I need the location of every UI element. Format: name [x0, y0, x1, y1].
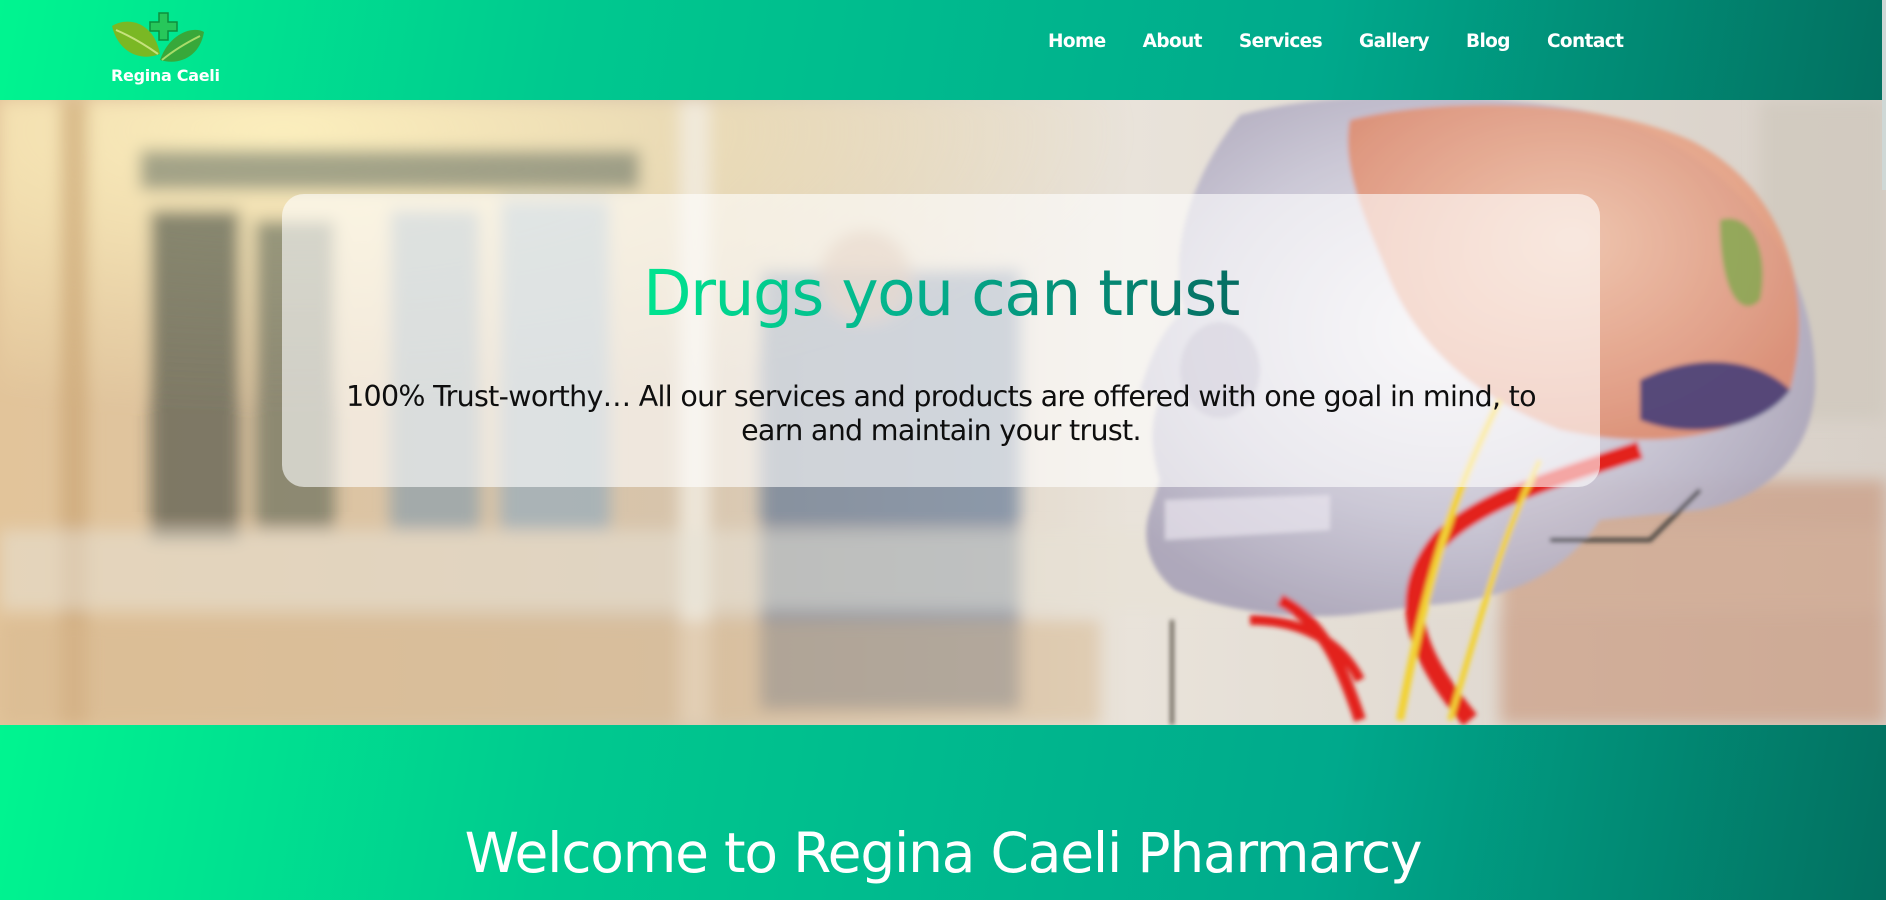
hero-section: Drugs you can trust 100% Trust-worthy… A…	[0, 100, 1886, 725]
nav-link-home[interactable]: Home	[1048, 31, 1106, 52]
hero-title: Drugs you can trust	[282, 254, 1600, 334]
page-scrollbar[interactable]	[1882, 0, 1886, 190]
hero-title-text: Drugs you can trust	[643, 257, 1240, 330]
nav-link-gallery[interactable]: Gallery	[1359, 31, 1429, 52]
brand-name: Regina Caeli	[111, 66, 220, 85]
site-header: Regina Caeli Home About Services Gallery…	[0, 0, 1886, 100]
nav-link-blog[interactable]: Blog	[1466, 31, 1511, 52]
nav-link-about[interactable]: About	[1143, 31, 1203, 52]
leaf-cross-icon	[112, 12, 204, 62]
welcome-title: Welcome to Regina Caeli Pharmarcy	[464, 821, 1423, 885]
brand-logo-link[interactable]: Regina Caeli	[108, 10, 220, 90]
main-nav: Home About Services Gallery Blog Contact	[1048, 26, 1624, 56]
welcome-section: Welcome to Regina Caeli Pharmarcy	[0, 725, 1886, 900]
nav-link-contact[interactable]: Contact	[1547, 31, 1624, 52]
hero-subtitle: 100% Trust-worthy… All our services and …	[346, 380, 1536, 447]
hero-card: Drugs you can trust 100% Trust-worthy… A…	[282, 194, 1600, 487]
nav-link-services[interactable]: Services	[1239, 31, 1323, 52]
